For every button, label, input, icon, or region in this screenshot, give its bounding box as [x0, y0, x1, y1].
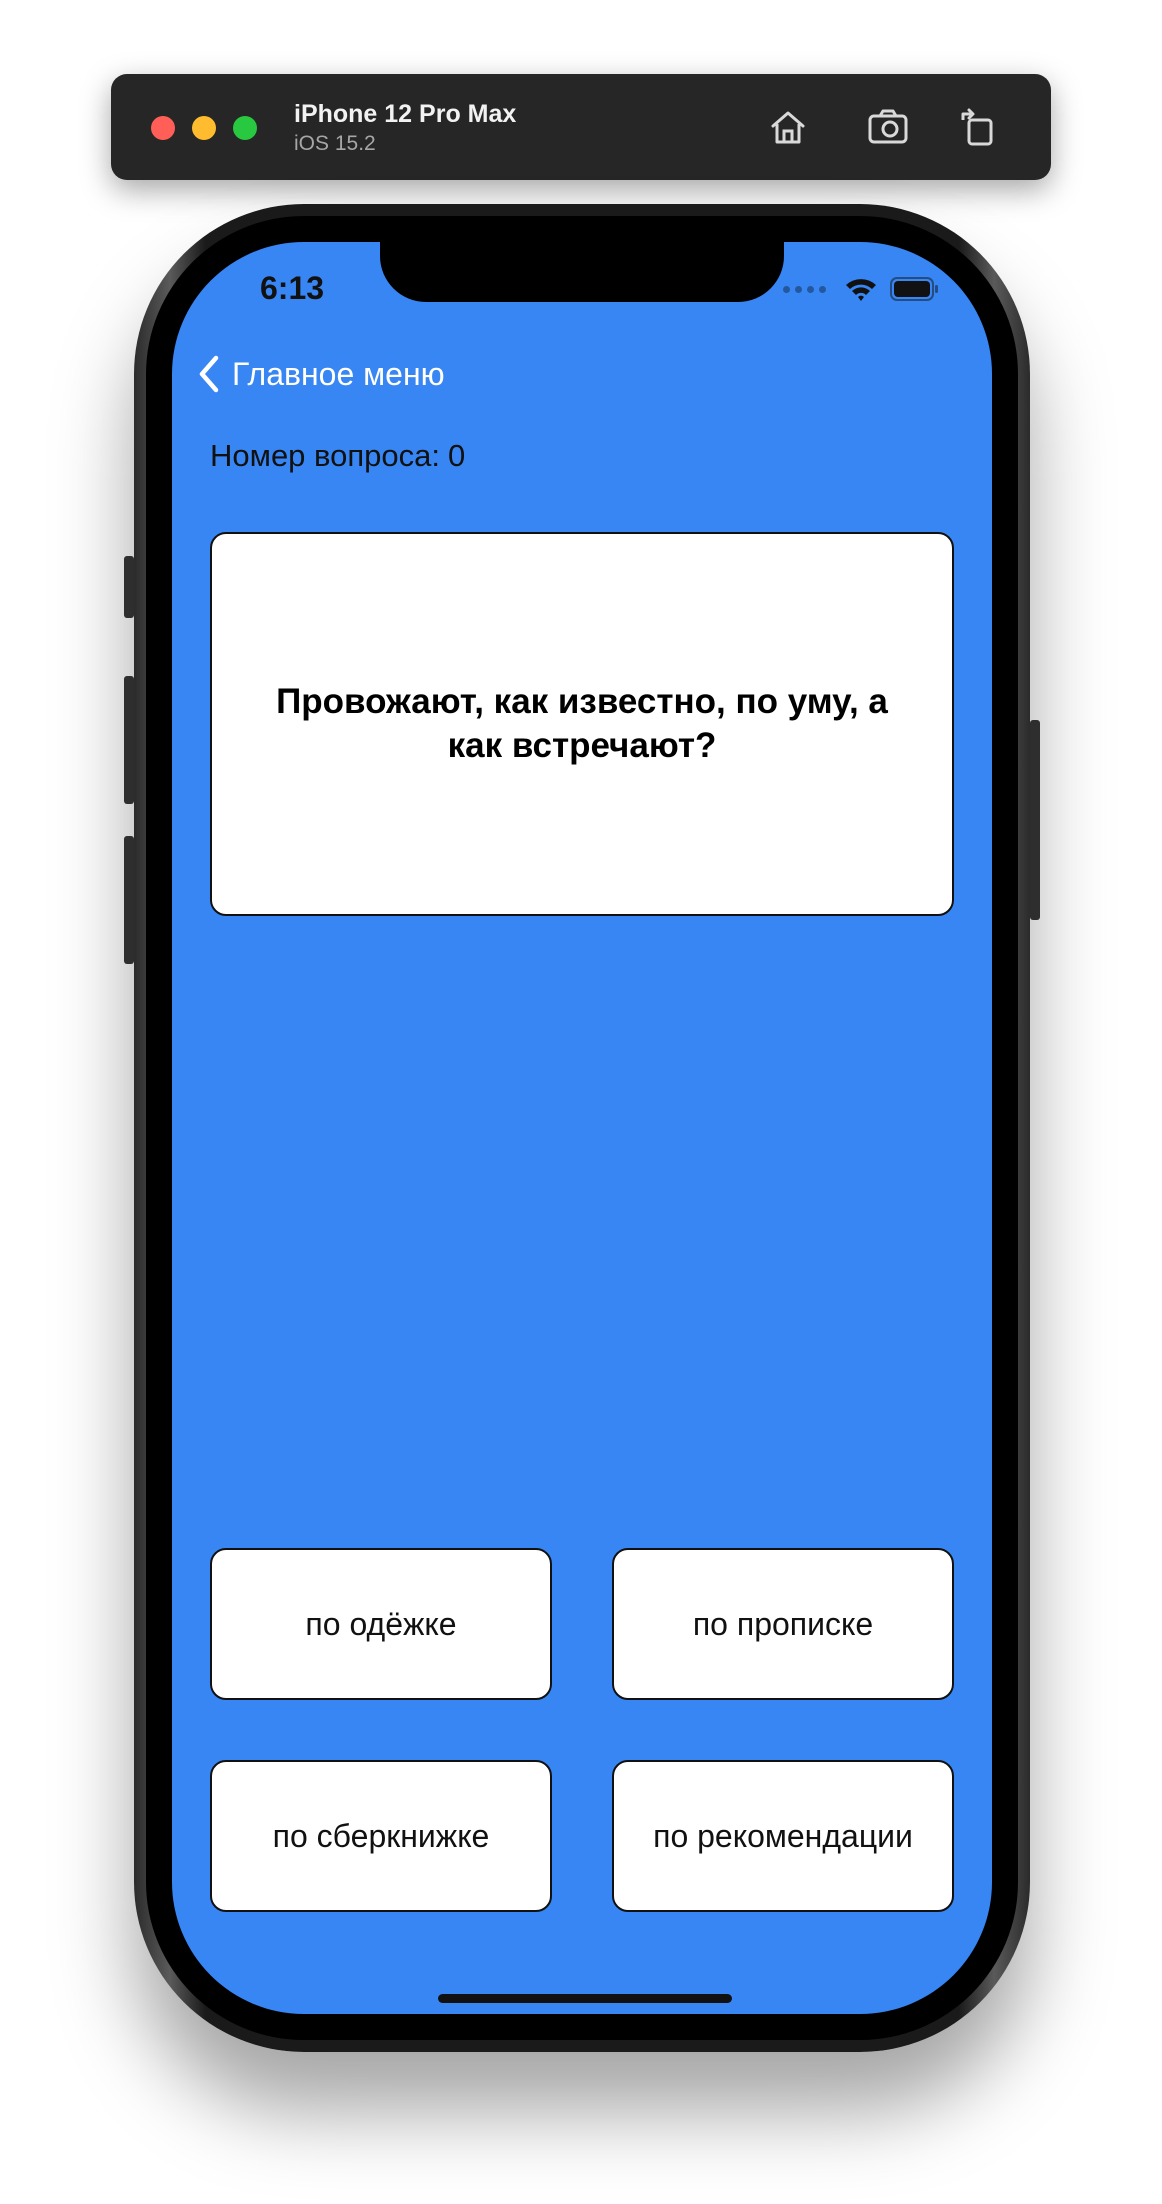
status-icons	[783, 276, 940, 302]
notch	[380, 242, 784, 302]
back-button[interactable]: Главное меню	[196, 354, 445, 394]
mute-switch	[124, 556, 134, 618]
rotate-icon	[961, 108, 993, 146]
device-name: iPhone 12 Pro Max	[294, 100, 517, 128]
answer-button-3[interactable]: по сберкнижке	[210, 1760, 552, 1912]
home-icon	[771, 111, 805, 144]
close-window-button[interactable]	[151, 116, 175, 140]
answer-button-2[interactable]: по прописке	[612, 1548, 954, 1700]
battery-icon	[890, 277, 938, 301]
zoom-window-button[interactable]	[233, 116, 257, 140]
os-version: iOS 15.2	[294, 132, 376, 155]
question-number-label: Номер вопроса:	[210, 438, 441, 473]
cellular-dots-icon	[783, 285, 826, 293]
question-number-value: 0	[448, 438, 466, 473]
status-time: 6:13	[260, 270, 325, 306]
simulator-toolbar: iPhone 12 Pro Max iOS 15.2	[111, 74, 1051, 180]
side-power-button	[1030, 720, 1040, 920]
rotate-button[interactable]	[955, 104, 1001, 150]
phone-screen: 6:13 Главное меню Номер вопроса: 0 Провож…	[172, 242, 992, 2014]
home-button[interactable]	[765, 104, 811, 150]
answer-button-4[interactable]: по рекомендации	[612, 1760, 954, 1912]
question-card: Провожают, как известно, по уму, а как в…	[210, 532, 954, 916]
home-indicator[interactable]	[438, 1994, 732, 2003]
screenshot-button[interactable]	[865, 104, 911, 150]
chevron-left-icon	[199, 355, 219, 393]
question-text: Провожают, как известно, по уму, а как в…	[276, 682, 888, 765]
volume-up-button	[124, 676, 134, 804]
answer-button-1[interactable]: по одёжке	[210, 1548, 552, 1700]
back-button-label: Главное меню	[232, 355, 445, 392]
wifi-icon	[846, 279, 876, 301]
minimize-window-button[interactable]	[192, 116, 216, 140]
question-number: Номер вопроса: 0	[210, 438, 465, 474]
volume-down-button	[124, 836, 134, 964]
screenshot-icon	[868, 109, 908, 144]
